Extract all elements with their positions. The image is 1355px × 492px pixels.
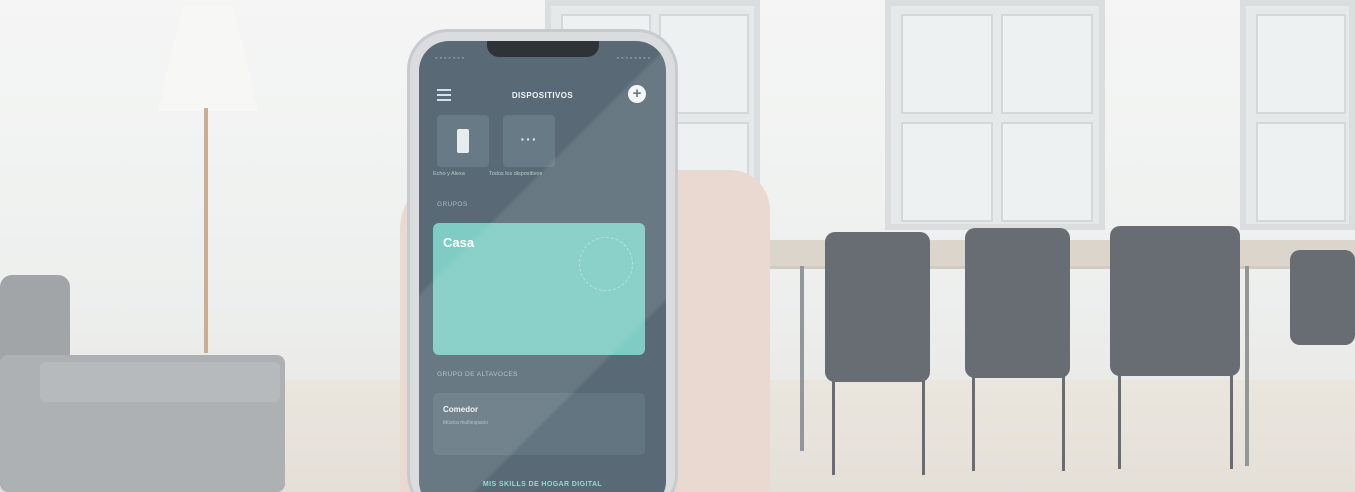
more-dots-icon: ··· xyxy=(520,131,538,147)
status-left: ◦ ◦ ◦ ◦ ◦ ◦ ◦ xyxy=(435,55,465,62)
smart-home-skills-link[interactable]: MIS SKILLS DE HOGAR DIGITAL xyxy=(419,481,666,488)
smartphone: ◦ ◦ ◦ ◦ ◦ ◦ ◦ ◦ ◦ ◦ ◦ ◦ ◦ ◦ ◦ DISPOSITIV… xyxy=(410,32,675,492)
floor-lamp-pole xyxy=(204,108,208,353)
chair-leg xyxy=(1062,376,1065,471)
speaker-group-card[interactable]: Comedor Música multiespacio xyxy=(433,393,645,455)
chair-leg xyxy=(922,380,925,475)
chair xyxy=(1290,250,1355,345)
house-illustration-icon xyxy=(579,237,633,291)
chair xyxy=(1110,226,1240,376)
group-card-casa[interactable]: Casa xyxy=(433,223,645,355)
device-tile-all[interactable]: ··· xyxy=(503,115,555,167)
echo-device-icon xyxy=(457,129,469,153)
status-bar: ◦ ◦ ◦ ◦ ◦ ◦ ◦ ◦ ◦ ◦ ◦ ◦ ◦ ◦ ◦ xyxy=(435,55,650,65)
speaker-group-name: Comedor xyxy=(443,405,479,414)
sofa-cushion xyxy=(40,362,280,402)
chair-leg xyxy=(1118,374,1121,469)
chair xyxy=(965,228,1070,378)
chair xyxy=(825,232,930,382)
section-label-groups: GRUPOS xyxy=(437,201,468,208)
table-leg xyxy=(800,266,804,451)
room-scene: ◦ ◦ ◦ ◦ ◦ ◦ ◦ ◦ ◦ ◦ ◦ ◦ ◦ ◦ ◦ DISPOSITIV… xyxy=(0,0,1355,492)
device-tile-label: Todos los dispositivos xyxy=(489,171,543,177)
device-tile-echo[interactable] xyxy=(437,115,489,167)
speaker-group-subtitle: Música multiespacio xyxy=(443,420,489,426)
phone-screen: ◦ ◦ ◦ ◦ ◦ ◦ ◦ ◦ ◦ ◦ ◦ ◦ ◦ ◦ ◦ DISPOSITIV… xyxy=(419,41,666,492)
device-tile-label: Echo y Alexa xyxy=(433,171,465,177)
window-center xyxy=(885,0,1105,230)
group-card-title: Casa xyxy=(443,235,475,250)
table-leg xyxy=(1245,266,1249,466)
chair-leg xyxy=(972,376,975,471)
plus-circle-icon[interactable]: + xyxy=(628,85,646,103)
window-right xyxy=(1240,0,1355,230)
app-header: DISPOSITIVOS + xyxy=(419,85,666,109)
section-label-speaker-groups: GRUPO DE ALTAVOCES xyxy=(437,371,518,378)
chair-leg xyxy=(832,380,835,475)
chair-leg xyxy=(1230,374,1233,469)
status-right: ◦ ◦ ◦ ◦ ◦ ◦ ◦ ◦ xyxy=(616,55,650,62)
